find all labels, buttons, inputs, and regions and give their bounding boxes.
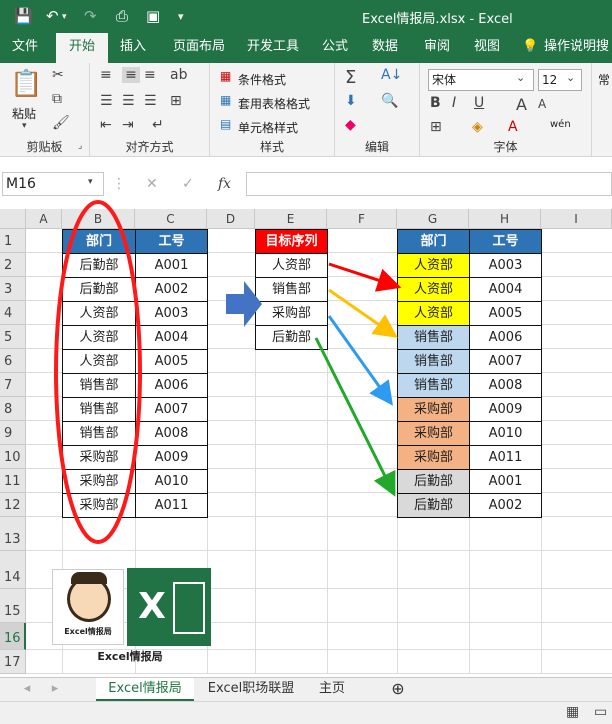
arrow-sales	[328, 288, 398, 338]
arrow-logistics	[314, 337, 396, 497]
hair-shape	[71, 572, 107, 584]
sheet-tab-excel-zhichang[interactable]: Excel职场联盟	[198, 678, 304, 701]
scroll-left-icon[interactable]: ◂	[20, 678, 34, 701]
excel-logo: X	[127, 568, 211, 646]
logo-badge-text: Excel情报局	[64, 627, 112, 636]
excel-x-icon: X	[138, 586, 166, 627]
scroll-right-icon[interactable]: ▸	[48, 678, 62, 701]
arrow-hr	[328, 262, 402, 292]
add-sheet-icon[interactable]: ⊕	[386, 678, 410, 701]
status-bar: ▦ ▭	[0, 701, 612, 724]
blue-arrow-icon	[226, 281, 262, 327]
brand-logo: Excel情报局	[52, 569, 124, 645]
excel-grid-icon	[173, 582, 205, 634]
sheet-tabs-bar: ◂ ▸ Excel情报局 Excel职场联盟 主页 ⊕	[0, 677, 612, 701]
highlight-ellipse	[54, 200, 142, 544]
page-layout-view-icon[interactable]: ▭	[594, 704, 607, 720]
normal-view-icon[interactable]: ▦	[566, 704, 579, 720]
sheet-tab-excel-qingbaoju[interactable]: Excel情报局	[96, 678, 194, 701]
logo-caption: Excel情报局	[97, 650, 163, 663]
sheet-tab-home[interactable]: 主页	[310, 678, 354, 701]
